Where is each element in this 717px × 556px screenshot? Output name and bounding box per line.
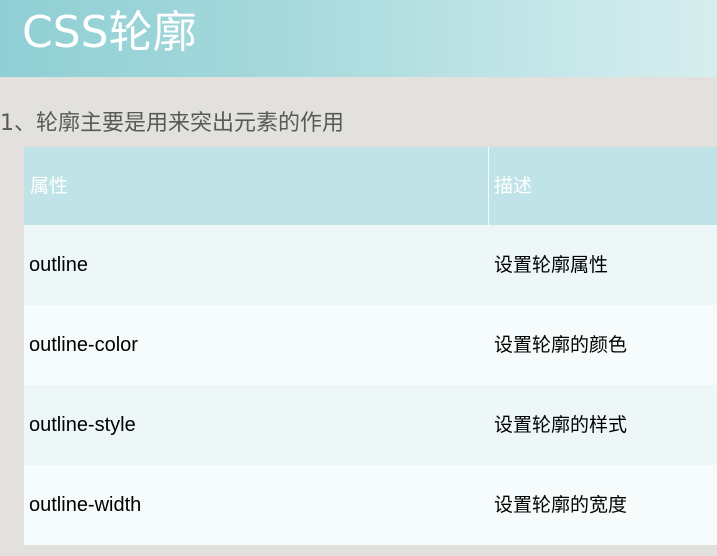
header-property: 属性 <box>30 175 69 197</box>
property-cell: outline-style <box>29 414 136 436</box>
table-row: outline-style 设置轮廓的样式 <box>24 385 717 465</box>
header-divider <box>488 147 489 225</box>
property-cell: outline-width <box>29 494 142 516</box>
property-cell: outline-color <box>29 334 138 356</box>
description-cell: 设置轮廓的样式 <box>494 414 628 436</box>
description-cell: 设置轮廓属性 <box>494 254 609 276</box>
header-description: 描述 <box>494 175 533 197</box>
table-row: outline-width 设置轮廓的宽度 <box>24 465 717 545</box>
table-row: outline-color 设置轮廓的颜色 <box>24 305 717 385</box>
properties-table: 属性 描述 outline 设置轮廓属性 outline-color 设置轮廓的… <box>24 147 717 547</box>
slide-title: CSS轮廓 <box>22 7 197 58</box>
slide-subtitle: 1、轮廓主要是用来突出元素的作用 <box>0 111 344 136</box>
table-row: outline 设置轮廓属性 <box>24 225 717 305</box>
title-bar: CSS轮廓 <box>0 0 717 77</box>
property-cell: outline <box>29 254 88 276</box>
table-header: 属性 描述 <box>24 147 717 225</box>
description-cell: 设置轮廓的宽度 <box>494 494 628 516</box>
description-cell: 设置轮廓的颜色 <box>494 334 628 356</box>
